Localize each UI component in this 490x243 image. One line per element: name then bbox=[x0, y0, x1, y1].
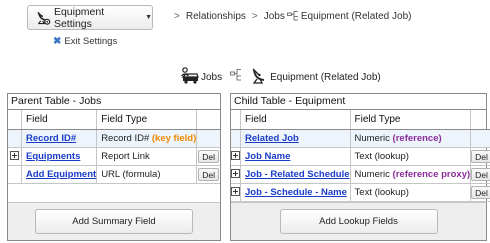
close-icon: ✖ bbox=[53, 36, 62, 47]
action-column-header bbox=[470, 110, 490, 130]
table-header-row: Field Field Type bbox=[8, 110, 220, 130]
parent-table-panel: Parent Table - Jobs Field Field Type Rec… bbox=[7, 93, 221, 241]
field-type: URL (formula) bbox=[101, 168, 161, 180]
delete-button[interactable]: Del bbox=[471, 185, 490, 199]
field-type: Numeric bbox=[354, 132, 390, 144]
breadcrumb-jobs: Jobs bbox=[263, 10, 285, 22]
satellite-dish-icon bbox=[252, 68, 265, 84]
field-type: Numeric bbox=[354, 168, 390, 180]
field-link-record-id[interactable]: Record ID# bbox=[26, 133, 76, 144]
field-link-related-job[interactable]: Related Job bbox=[245, 133, 299, 144]
field-type: Record ID# bbox=[101, 132, 150, 144]
delete-button[interactable]: Del bbox=[471, 167, 490, 181]
breadcrumb-relationships[interactable]: Relationships bbox=[186, 11, 246, 22]
table-row: Add Equipment URL (formula) Del bbox=[8, 165, 220, 184]
key-field-note: (key field) bbox=[151, 132, 197, 144]
field-column-header: Field bbox=[21, 110, 98, 130]
table-row: Record ID# Record ID# (key field) bbox=[8, 129, 220, 148]
child-table-title: Child Table - Equipment bbox=[231, 94, 486, 110]
add-summary-field-button[interactable]: Add Summary Field bbox=[35, 209, 193, 234]
field-link-equipments[interactable]: Equipments bbox=[26, 151, 80, 162]
field-link-job-related-schedule[interactable]: Job - Related Schedule bbox=[245, 169, 350, 180]
relationship-heading: Jobs Equipment (Related Job) bbox=[180, 67, 381, 84]
child-table-footer: Add Lookup Fields bbox=[231, 202, 486, 240]
field-type-column-header: Field Type bbox=[96, 110, 198, 130]
table-row: Job - Related Schedule Numeric (referenc… bbox=[231, 165, 490, 184]
table-row: Equipments Report Link Del bbox=[8, 147, 220, 166]
field-type: Text (lookup) bbox=[354, 150, 409, 162]
table-row: Job Name Text (lookup) Del bbox=[231, 147, 490, 166]
parent-table-name: Jobs bbox=[201, 72, 223, 83]
reference-proxy-note: (reference proxy) bbox=[392, 168, 471, 180]
field-link-add-equipment[interactable]: Add Equipment bbox=[26, 169, 96, 180]
exit-settings-label: Exit Settings bbox=[64, 36, 118, 47]
settings-button-label: Equipment Settings bbox=[53, 5, 105, 30]
add-lookup-fields-button[interactable]: Add Lookup Fields bbox=[279, 209, 438, 234]
parent-table-title: Parent Table - Jobs bbox=[8, 94, 220, 110]
expand-icon[interactable] bbox=[231, 187, 240, 197]
breadcrumb: > Relationships > Jobs Equipment (Relate… bbox=[168, 10, 411, 22]
delete-button[interactable]: Del bbox=[198, 149, 219, 163]
child-table-panel: Child Table - Equipment Field Field Type… bbox=[230, 93, 490, 241]
field-type: Report Link bbox=[101, 150, 150, 162]
parent-fields-table: Field Field Type Record ID# Record ID# (… bbox=[8, 110, 220, 184]
field-link-job-name[interactable]: Job Name bbox=[245, 151, 290, 162]
table-row: Related Job Numeric (reference) bbox=[231, 129, 490, 148]
chevron-down-icon: ▼ bbox=[145, 14, 152, 21]
expand-icon[interactable] bbox=[231, 151, 240, 161]
reference-note: (reference) bbox=[392, 132, 442, 144]
field-type: Text (lookup) bbox=[354, 186, 409, 198]
field-column-header: Field bbox=[240, 110, 351, 130]
child-fields-table: Field Field Type Related Job Numeric (re… bbox=[231, 110, 490, 202]
people-car-icon bbox=[181, 67, 199, 84]
breadcrumb-equipment: Equipment (Related Job) bbox=[300, 10, 412, 22]
expand-column-header bbox=[231, 110, 241, 130]
action-column-header bbox=[196, 110, 220, 130]
relationship-link-icon bbox=[230, 69, 242, 81]
child-table-name: Equipment (Related Job) bbox=[270, 72, 381, 83]
expand-icon[interactable] bbox=[9, 151, 19, 161]
equipment-settings-button[interactable]: Equipment Settings ▼ bbox=[27, 5, 153, 30]
relationship-link-icon bbox=[286, 11, 298, 21]
delete-button[interactable]: Del bbox=[198, 167, 219, 181]
breadcrumb-separator: > bbox=[251, 10, 258, 22]
satellite-gear-icon bbox=[37, 11, 51, 25]
parent-table-footer: Add Summary Field bbox=[8, 202, 220, 240]
breadcrumb-separator: > bbox=[174, 10, 180, 22]
expand-icon[interactable] bbox=[231, 169, 240, 179]
field-type-column-header: Field Type bbox=[350, 110, 472, 130]
exit-settings-link[interactable]: ✖ Exit Settings bbox=[53, 36, 117, 47]
table-header-row: Field Field Type bbox=[231, 110, 490, 130]
table-row: Job - Schedule - Name Text (lookup) Del bbox=[231, 183, 490, 202]
expand-column-header bbox=[8, 110, 23, 130]
field-link-job-schedule-name[interactable]: Job - Schedule - Name bbox=[245, 187, 347, 198]
delete-button[interactable]: Del bbox=[471, 149, 490, 163]
